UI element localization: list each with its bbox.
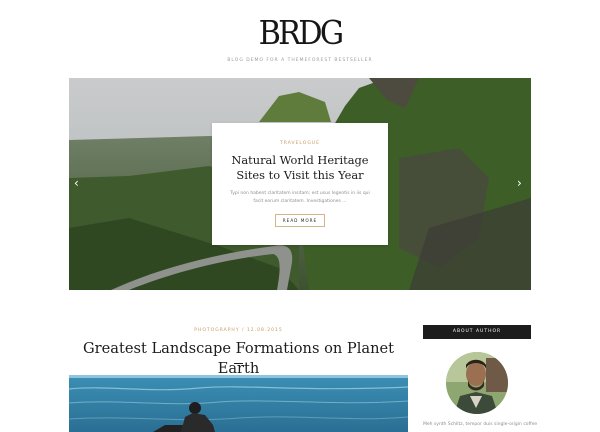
read-more-button[interactable]: Read More [274, 214, 326, 227]
slider-next-arrow-icon[interactable]: › [517, 176, 522, 190]
site-logo[interactable]: BRDG [24, 14, 576, 52]
author-photo [446, 352, 508, 414]
featured-post-excerpt: Typi non habent claritatem insitam; est … [230, 191, 370, 204]
site-tagline: Blog Demo for a Themeforest Bestseller [227, 58, 373, 63]
ocean-photo [69, 375, 408, 432]
author-avatar[interactable] [446, 352, 508, 414]
author-bio-text: Meh synth Schlitz, tempor duis single-or… [423, 422, 538, 427]
post-meta[interactable]: Photography / 12.08.2015 [69, 328, 408, 333]
about-author-widget-title: About Author [423, 325, 531, 339]
slider-prev-arrow-icon[interactable]: ‹ [74, 176, 79, 190]
featured-post-card: Travelogue Natural World Heritage Sites … [212, 123, 388, 245]
post-featured-image[interactable] [69, 375, 408, 432]
post-title[interactable]: Greatest Landscape Formations on Planet … [69, 339, 408, 379]
featured-post-title[interactable]: Natural World Heritage Sites to Visit th… [212, 153, 388, 183]
title-divider [234, 363, 243, 364]
featured-category-link[interactable]: Travelogue [212, 141, 388, 146]
